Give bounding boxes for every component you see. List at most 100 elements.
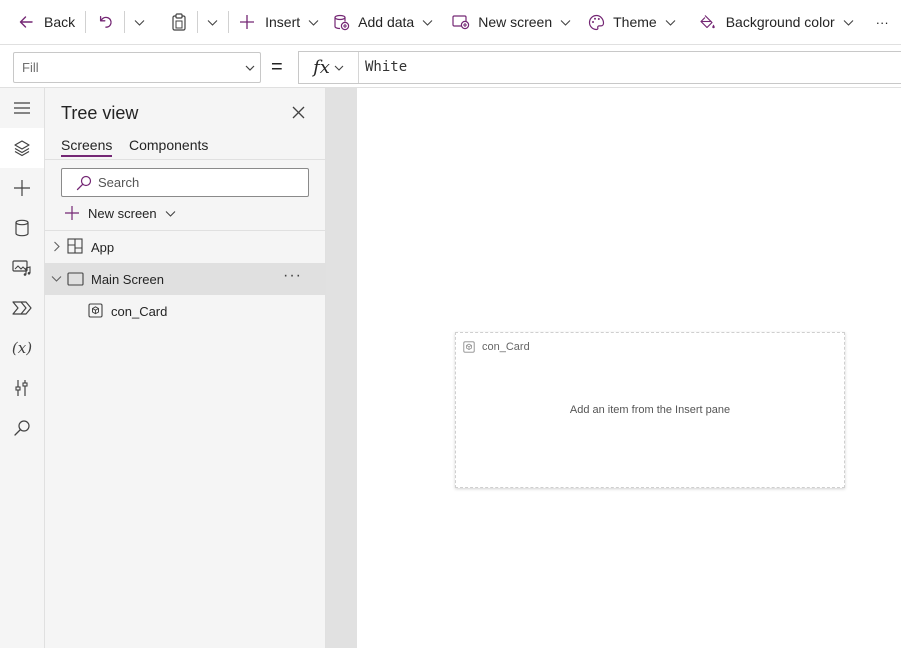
insert-button[interactable]: Insert [239, 0, 319, 44]
tabs-divider [45, 159, 325, 160]
tree-node-label: Main Screen [91, 272, 164, 287]
rail-tree-view[interactable] [0, 128, 44, 168]
rail-variables[interactable]: (x) [0, 328, 44, 368]
container-header: con_Card [463, 341, 530, 353]
add-data-label: Add data [358, 14, 415, 30]
toolbar-divider [124, 11, 126, 33]
add-data-button[interactable]: Add data [333, 0, 433, 44]
rail-data[interactable] [0, 208, 44, 248]
new-screen-label: New screen [478, 14, 553, 30]
formula-bar: Fill = fx White [0, 44, 901, 88]
new-screen-tree-button[interactable]: New screen [64, 205, 176, 221]
close-pane-button[interactable] [291, 105, 306, 123]
power-automate-icon [12, 301, 32, 315]
container-icon [88, 303, 103, 318]
container-icon [463, 341, 475, 353]
background-color-button[interactable]: Background color [699, 0, 854, 44]
arrow-left-icon [19, 16, 33, 28]
database-icon [15, 219, 29, 237]
tree-node-app[interactable]: App [45, 231, 325, 263]
chevron-down-icon [165, 210, 176, 217]
theme-label: Theme [613, 14, 657, 30]
new-screen-button[interactable]: New screen [452, 0, 571, 44]
tab-screens[interactable]: Screens [61, 137, 113, 157]
tree-node-label: con_Card [111, 304, 168, 319]
command-bar: Back Insert Add data New screen Theme Ba… [0, 0, 901, 44]
screen-canvas[interactable]: con_Card Add an item from the Insert pan… [357, 88, 901, 648]
chevron-right-icon[interactable] [51, 241, 62, 252]
chevron-down-icon [245, 65, 255, 71]
toolbar-divider [228, 11, 230, 33]
rail-power-automate[interactable] [0, 288, 44, 328]
pane-title: Tree view [61, 103, 139, 123]
toolbar-divider [85, 11, 87, 33]
back-button[interactable]: Back [18, 0, 75, 44]
search-box [61, 168, 309, 197]
insert-label: Insert [265, 14, 301, 30]
container-card[interactable]: con_Card Add an item from the Insert pan… [455, 332, 845, 488]
plus-icon [65, 206, 79, 220]
left-rail: (x) [0, 88, 45, 648]
media-icon [12, 260, 31, 276]
screen-icon [67, 272, 84, 286]
search-input[interactable] [98, 175, 298, 190]
plus-icon [240, 15, 255, 29]
rail-advanced-tools[interactable] [0, 368, 44, 408]
tab-components[interactable]: Components [129, 137, 208, 153]
variables-icon: (x) [11, 339, 33, 357]
search-icon [76, 175, 92, 191]
chevron-down-icon [134, 19, 145, 26]
tree-node-main-screen[interactable]: Main Screen ··· [45, 263, 325, 295]
search-icon [14, 420, 30, 436]
undo-options-button[interactable] [134, 0, 145, 44]
plus-icon [14, 180, 30, 196]
undo-button[interactable] [98, 0, 114, 44]
palette-icon [589, 14, 605, 30]
paint-bucket-icon [700, 14, 715, 28]
tree-node-label: App [91, 240, 115, 255]
tree-view-pane: Tree view Screens Components New screen … [45, 88, 326, 648]
screen-add-icon [452, 15, 470, 30]
new-screen-tree-label: New screen [88, 205, 157, 221]
formula-input-box: fx White [298, 51, 901, 84]
formula-input[interactable]: White [365, 59, 407, 75]
equals-sign: = [271, 56, 283, 78]
fx-icon: fx [313, 57, 330, 78]
hamburger-button[interactable] [0, 88, 44, 128]
back-label: Back [44, 14, 76, 30]
more-commands-button[interactable]: ··· [876, 0, 889, 44]
paste-options-button[interactable] [207, 0, 218, 44]
theme-button[interactable]: Theme [588, 0, 676, 44]
database-add-icon [334, 14, 350, 30]
chevron-down-icon [422, 19, 433, 26]
more-label: ··· [875, 14, 889, 30]
empty-container-hint: Add an item from the Insert pane [569, 404, 731, 416]
property-value: Fill [22, 60, 39, 75]
tree-node-con-card[interactable]: con_Card [45, 295, 325, 327]
undo-icon [100, 15, 112, 28]
rail-media[interactable] [0, 248, 44, 288]
background-color-label: Background color [725, 14, 835, 30]
fx-button[interactable]: fx [299, 52, 359, 83]
hamburger-icon [14, 102, 30, 114]
chevron-down-icon [207, 19, 218, 26]
canvas-gutter [326, 88, 357, 648]
clipboard-icon [172, 13, 186, 31]
tools-icon [15, 380, 28, 396]
chevron-down-icon[interactable] [51, 273, 62, 284]
chevron-down-icon [665, 19, 676, 26]
chevron-down-icon [560, 19, 571, 26]
paste-button[interactable] [171, 0, 187, 44]
node-more-button[interactable]: ··· [283, 267, 302, 285]
chevron-down-icon [308, 19, 319, 26]
property-dropdown[interactable]: Fill [13, 52, 261, 83]
chevron-down-icon [843, 19, 854, 26]
close-icon [292, 106, 305, 119]
rail-search[interactable] [0, 408, 44, 448]
rail-insert[interactable] [0, 168, 44, 208]
toolbar-divider [197, 11, 199, 33]
layers-icon [14, 140, 30, 157]
chevron-down-icon [334, 65, 344, 71]
app-grid-icon [67, 238, 83, 254]
container-name: con_Card [482, 341, 530, 353]
